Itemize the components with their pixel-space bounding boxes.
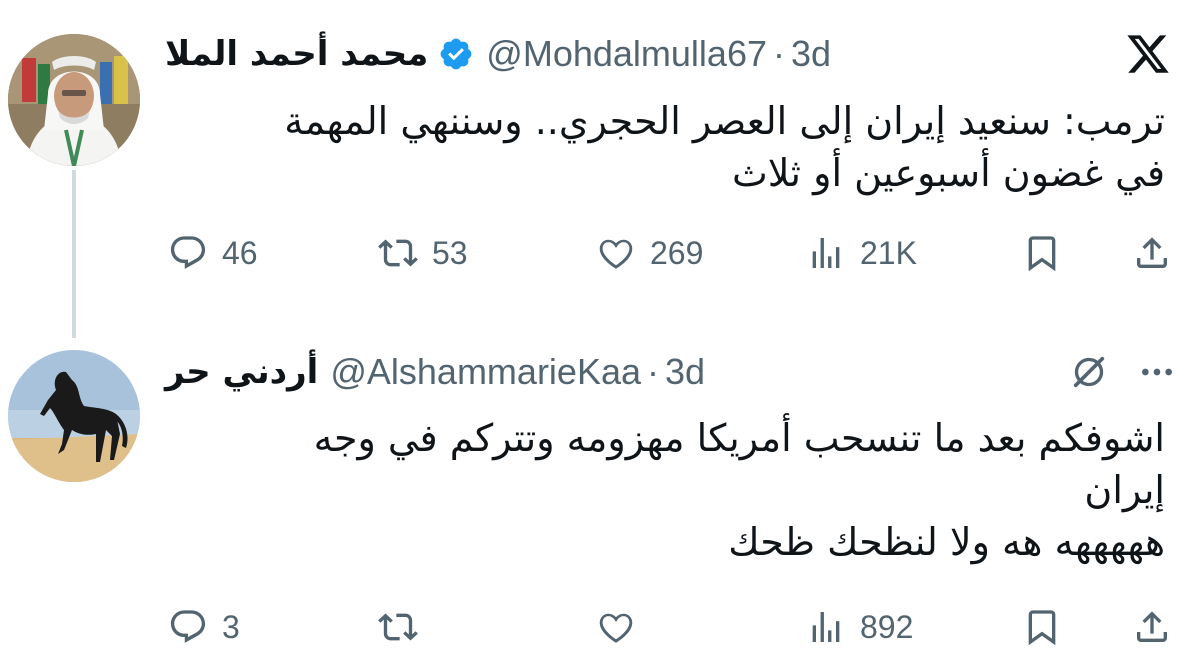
- tweet-text-line: ترمب: سنعيد إيران إلى العصر الحجري.. وسن…: [284, 99, 1165, 143]
- views-count: 21K: [860, 234, 917, 271]
- like-button[interactable]: [596, 602, 636, 652]
- heart-icon: [599, 239, 633, 269]
- like-button[interactable]: 269: [596, 228, 703, 278]
- tweet-header-icons: [1069, 352, 1177, 392]
- heart-icon: [599, 613, 633, 643]
- views-button[interactable]: 21K: [806, 228, 917, 278]
- share-button[interactable]: [1132, 602, 1172, 652]
- share-icon: [1137, 237, 1167, 268]
- avatar[interactable]: [8, 34, 140, 166]
- x-logo-icon: [1127, 35, 1169, 73]
- retweet-button[interactable]: [378, 602, 418, 652]
- reply-count: 3: [222, 608, 240, 645]
- author-handle[interactable]: @AlshammarieKaa: [330, 351, 641, 393]
- author-handle[interactable]: @Mohdalmulla67: [486, 33, 767, 75]
- timestamp[interactable]: 3d: [665, 351, 705, 393]
- thread-connector-line: [72, 170, 76, 338]
- timestamp[interactable]: 3d: [791, 33, 831, 75]
- tweet-text-line: هههههه هه ولا لنظحك ظحك: [728, 520, 1165, 564]
- separator-dot: ·: [772, 33, 785, 74]
- tweet-header: أردني حر @AlshammarieKaa · 3d: [165, 346, 1199, 398]
- tweet-text-line: اشوفكم بعد ما تنسحب أمريكا مهزومه وتتركم…: [313, 416, 1165, 460]
- retweet-button[interactable]: 53: [378, 228, 468, 278]
- tweet-actions: 46 53 269 21K: [160, 228, 1180, 278]
- verified-badge-icon: [440, 38, 472, 70]
- thread-view: محمد أحمد الملا @Mohdalmulla67 · 3d ترمب…: [0, 0, 1199, 664]
- bookmark-icon: [1028, 610, 1056, 646]
- bookmark-icon: [1028, 236, 1056, 272]
- retweet-count: 53: [432, 234, 468, 271]
- views-button[interactable]: 892: [806, 602, 913, 652]
- reply-button[interactable]: 3: [168, 602, 240, 652]
- reply-icon: [170, 236, 206, 269]
- tweet-text-line: في غضون أسبوعين أو ثلاث: [731, 151, 1165, 195]
- avatar[interactable]: [8, 350, 140, 482]
- grok-icon[interactable]: [1069, 352, 1109, 392]
- views-count: 892: [860, 608, 914, 645]
- reply-count: 46: [222, 234, 258, 271]
- share-icon: [1137, 611, 1167, 642]
- tweet-header: محمد أحمد الملا @Mohdalmulla67 · 3d: [165, 28, 1199, 80]
- retweet-icon: [378, 239, 418, 267]
- reply-button[interactable]: 46: [168, 228, 258, 278]
- like-count: 269: [650, 234, 704, 271]
- tweet-text-line: إيران: [1084, 468, 1165, 512]
- reply-icon: [170, 610, 206, 643]
- views-icon: [812, 612, 840, 642]
- bookmark-button[interactable]: [1022, 602, 1062, 652]
- separator-dot: ·: [647, 351, 660, 392]
- author-name[interactable]: أردني حر: [165, 352, 318, 392]
- tweet-text: ترمب: سنعيد إيران إلى العصر الحجري.. وسن…: [165, 95, 1165, 199]
- share-button[interactable]: [1132, 228, 1172, 278]
- tweet-actions: 3 892: [160, 602, 1180, 652]
- retweet-icon: [378, 613, 418, 641]
- views-icon: [812, 238, 840, 268]
- tweet-text: اشوفكم بعد ما تنسحب أمريكا مهزومه وتتركم…: [165, 412, 1165, 568]
- author-name[interactable]: محمد أحمد الملا: [165, 34, 428, 74]
- bookmark-button[interactable]: [1022, 228, 1062, 278]
- more-icon[interactable]: [1137, 352, 1177, 392]
